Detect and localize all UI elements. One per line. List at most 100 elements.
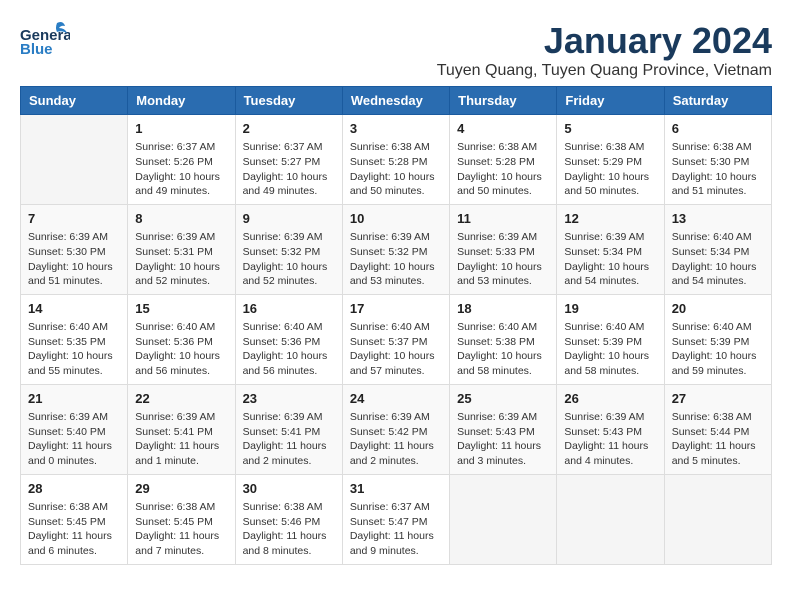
calendar-cell: 13Sunrise: 6:40 AM Sunset: 5:34 PM Dayli…: [664, 204, 771, 294]
day-of-week-header: Monday: [128, 87, 235, 115]
calendar-week-row: 21 Sunrise: 6:39 AM Sunset: 5:40 PM Dayli…: [21, 384, 772, 474]
calendar-cell: 24Sunrise: 6:39 AM Sunset: 5:42 PM Dayli…: [342, 384, 449, 474]
calendar-cell: 12Sunrise: 6:39 AM Sunset: 5:34 PM Dayli…: [557, 204, 664, 294]
day-number: 22: [135, 390, 227, 408]
calendar-cell: 2 Sunrise: 6:37 AM Sunset: 5:27 PM Daylig…: [235, 115, 342, 205]
day-number: 17: [350, 300, 442, 318]
day-of-week-header: Wednesday: [342, 87, 449, 115]
day-number: 21: [28, 390, 120, 408]
calendar-cell: 9Sunrise: 6:39 AM Sunset: 5:32 PM Daylig…: [235, 204, 342, 294]
calendar-cell: 6 Sunrise: 6:38 AM Sunset: 5:30 PM Daylig…: [664, 115, 771, 205]
calendar-cell: 1 Sunrise: 6:37 AM Sunset: 5:26 PM Daylig…: [128, 115, 235, 205]
day-info: Sunrise: 6:40 AM Sunset: 5:34 PM Dayligh…: [672, 231, 757, 287]
day-number: 7: [28, 210, 120, 228]
day-info: Sunrise: 6:37 AM Sunset: 5:47 PM Dayligh…: [350, 501, 434, 557]
day-info: Sunrise: 6:40 AM Sunset: 5:35 PM Dayligh…: [28, 321, 113, 377]
day-number: 28: [28, 480, 120, 498]
calendar-cell: 22Sunrise: 6:39 AM Sunset: 5:41 PM Dayli…: [128, 384, 235, 474]
day-number: 27: [672, 390, 764, 408]
day-info: Sunrise: 6:37 AM Sunset: 5:26 PM Dayligh…: [135, 141, 220, 197]
calendar-cell: [664, 474, 771, 564]
day-info: Sunrise: 6:40 AM Sunset: 5:39 PM Dayligh…: [672, 321, 757, 377]
day-number: 19: [564, 300, 656, 318]
svg-text:Blue: Blue: [20, 41, 53, 58]
calendar-cell: 3Sunrise: 6:38 AM Sunset: 5:28 PM Daylig…: [342, 115, 449, 205]
day-info: Sunrise: 6:38 AM Sunset: 5:30 PM Dayligh…: [672, 141, 757, 197]
calendar-cell: 29Sunrise: 6:38 AM Sunset: 5:45 PM Dayli…: [128, 474, 235, 564]
day-number: 14: [28, 300, 120, 318]
calendar-cell: 19Sunrise: 6:40 AM Sunset: 5:39 PM Dayli…: [557, 294, 664, 384]
day-of-week-header: Friday: [557, 87, 664, 115]
day-info: Sunrise: 6:38 AM Sunset: 5:28 PM Dayligh…: [457, 141, 542, 197]
calendar-cell: 28 Sunrise: 6:38 AM Sunset: 5:45 PM Dayli…: [21, 474, 128, 564]
calendar-cell: 26 Sunrise: 6:39 AM Sunset: 5:43 PM Dayli…: [557, 384, 664, 474]
day-info: Sunrise: 6:39 AM Sunset: 5:34 PM Dayligh…: [564, 231, 649, 287]
day-number: 2: [243, 120, 335, 138]
calendar-cell: 31 Sunrise: 6:37 AM Sunset: 5:47 PM Dayli…: [342, 474, 449, 564]
calendar-cell: [21, 115, 128, 205]
day-number: 11: [457, 210, 549, 228]
calendar-header-row: SundayMondayTuesdayWednesdayThursdayFrid…: [21, 87, 772, 115]
day-info: Sunrise: 6:38 AM Sunset: 5:45 PM Dayligh…: [135, 501, 219, 557]
day-number: 4: [457, 120, 549, 138]
day-info: Sunrise: 6:39 AM Sunset: 5:40 PM Dayligh…: [28, 411, 112, 467]
day-info: Sunrise: 6:39 AM Sunset: 5:30 PM Dayligh…: [28, 231, 113, 287]
day-of-week-header: Tuesday: [235, 87, 342, 115]
day-info: Sunrise: 6:40 AM Sunset: 5:38 PM Dayligh…: [457, 321, 542, 377]
day-info: Sunrise: 6:38 AM Sunset: 5:29 PM Dayligh…: [564, 141, 649, 197]
calendar-cell: 21 Sunrise: 6:39 AM Sunset: 5:40 PM Dayli…: [21, 384, 128, 474]
calendar-cell: 17 Sunrise: 6:40 AM Sunset: 5:37 PM Dayli…: [342, 294, 449, 384]
calendar-cell: 23 Sunrise: 6:39 AM Sunset: 5:41 PM Dayli…: [235, 384, 342, 474]
day-number: 5: [564, 120, 656, 138]
day-number: 20: [672, 300, 764, 318]
calendar-cell: [450, 474, 557, 564]
day-info: Sunrise: 6:40 AM Sunset: 5:36 PM Dayligh…: [243, 321, 328, 377]
day-number: 8: [135, 210, 227, 228]
calendar-cell: [557, 474, 664, 564]
day-info: Sunrise: 6:40 AM Sunset: 5:36 PM Dayligh…: [135, 321, 220, 377]
calendar-cell: 5 Sunrise: 6:38 AM Sunset: 5:29 PM Daylig…: [557, 115, 664, 205]
day-info: Sunrise: 6:40 AM Sunset: 5:37 PM Dayligh…: [350, 321, 435, 377]
calendar-week-row: 28 Sunrise: 6:38 AM Sunset: 5:45 PM Dayli…: [21, 474, 772, 564]
day-number: 15: [135, 300, 227, 318]
day-number: 31: [350, 480, 442, 498]
calendar-cell: 14 Sunrise: 6:40 AM Sunset: 5:35 PM Dayli…: [21, 294, 128, 384]
day-number: 26: [564, 390, 656, 408]
location-title: Tuyen Quang, Tuyen Quang Province, Vietn…: [437, 62, 772, 80]
day-number: 25: [457, 390, 549, 408]
day-number: 6: [672, 120, 764, 138]
day-number: 24: [350, 390, 442, 408]
page-header: General Blue January 2024 Tuyen Quang, T…: [20, 20, 772, 80]
day-info: Sunrise: 6:38 AM Sunset: 5:44 PM Dayligh…: [672, 411, 756, 467]
calendar-cell: 8 Sunrise: 6:39 AM Sunset: 5:31 PM Daylig…: [128, 204, 235, 294]
day-info: Sunrise: 6:39 AM Sunset: 5:41 PM Dayligh…: [243, 411, 327, 467]
calendar-table: SundayMondayTuesdayWednesdayThursdayFrid…: [20, 86, 772, 565]
day-info: Sunrise: 6:38 AM Sunset: 5:45 PM Dayligh…: [28, 501, 112, 557]
day-number: 18: [457, 300, 549, 318]
day-of-week-header: Saturday: [664, 87, 771, 115]
day-info: Sunrise: 6:39 AM Sunset: 5:31 PM Dayligh…: [135, 231, 220, 287]
calendar-cell: 25 Sunrise: 6:39 AM Sunset: 5:43 PM Dayli…: [450, 384, 557, 474]
calendar-body: 1 Sunrise: 6:37 AM Sunset: 5:26 PM Daylig…: [21, 115, 772, 565]
calendar-week-row: 1 Sunrise: 6:37 AM Sunset: 5:26 PM Daylig…: [21, 115, 772, 205]
day-number: 10: [350, 210, 442, 228]
calendar-cell: 15 Sunrise: 6:40 AM Sunset: 5:36 PM Dayli…: [128, 294, 235, 384]
day-info: Sunrise: 6:38 AM Sunset: 5:46 PM Dayligh…: [243, 501, 327, 557]
calendar-cell: 20 Sunrise: 6:40 AM Sunset: 5:39 PM Dayli…: [664, 294, 771, 384]
title-area: January 2024 Tuyen Quang, Tuyen Quang Pr…: [437, 20, 772, 80]
day-info: Sunrise: 6:39 AM Sunset: 5:43 PM Dayligh…: [564, 411, 648, 467]
day-info: Sunrise: 6:38 AM Sunset: 5:28 PM Dayligh…: [350, 141, 435, 197]
day-info: Sunrise: 6:37 AM Sunset: 5:27 PM Dayligh…: [243, 141, 328, 197]
calendar-cell: 11Sunrise: 6:39 AM Sunset: 5:33 PM Dayli…: [450, 204, 557, 294]
day-info: Sunrise: 6:39 AM Sunset: 5:43 PM Dayligh…: [457, 411, 541, 467]
day-info: Sunrise: 6:39 AM Sunset: 5:32 PM Dayligh…: [350, 231, 435, 287]
day-number: 1: [135, 120, 227, 138]
day-of-week-header: Thursday: [450, 87, 557, 115]
calendar-cell: 7 Sunrise: 6:39 AM Sunset: 5:30 PM Daylig…: [21, 204, 128, 294]
day-number: 23: [243, 390, 335, 408]
calendar-cell: 10 Sunrise: 6:39 AM Sunset: 5:32 PM Dayli…: [342, 204, 449, 294]
day-number: 16: [243, 300, 335, 318]
calendar-cell: 16 Sunrise: 6:40 AM Sunset: 5:36 PM Dayli…: [235, 294, 342, 384]
day-number: 9: [243, 210, 335, 228]
calendar-week-row: 14 Sunrise: 6:40 AM Sunset: 5:35 PM Dayli…: [21, 294, 772, 384]
